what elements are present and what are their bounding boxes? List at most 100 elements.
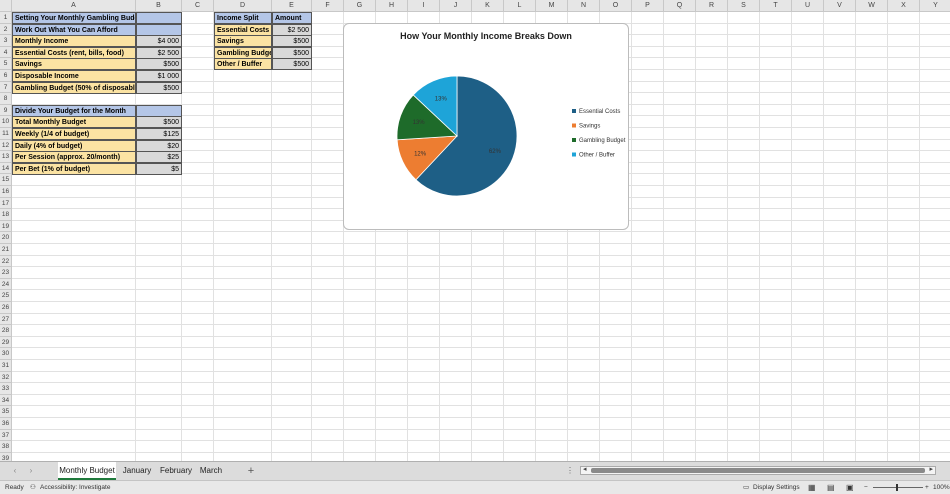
divide-value-cell[interactable]: $500: [136, 116, 182, 129]
row-header[interactable]: 38: [0, 441, 12, 453]
column-header-q[interactable]: Q: [664, 0, 696, 12]
accessibility-icon[interactable]: ⚇: [30, 481, 36, 494]
column-header-p[interactable]: P: [632, 0, 664, 12]
row-header[interactable]: 27: [0, 313, 12, 326]
row-header[interactable]: 29: [0, 336, 12, 349]
budget-label-cell[interactable]: Essential Costs (rent, bills, food): [12, 46, 136, 59]
divide-value-cell[interactable]: $5: [136, 162, 182, 175]
split-label-cell[interactable]: Essential Costs: [214, 23, 272, 36]
column-header-n[interactable]: N: [568, 0, 600, 12]
tab-january[interactable]: January: [119, 462, 155, 480]
row-header[interactable]: 1: [0, 12, 12, 24]
tab-march[interactable]: March: [197, 462, 225, 480]
divide-label-cell[interactable]: Per Session (approx. 20/month): [12, 151, 136, 164]
row-header[interactable]: 6: [0, 70, 12, 82]
split-label-cell[interactable]: Other / Buffer: [214, 58, 272, 71]
row-header[interactable]: 11: [0, 128, 12, 140]
column-header-f[interactable]: F: [312, 0, 344, 12]
zoom-in-button[interactable]: +: [925, 481, 929, 494]
page-layout-view-icon[interactable]: ▤: [827, 481, 835, 494]
row-header[interactable]: 8: [0, 93, 12, 105]
split-header-label[interactable]: Income Split: [214, 12, 272, 25]
divide-label-cell[interactable]: Per Bet (1% of budget): [12, 162, 136, 175]
row-header[interactable]: 5: [0, 58, 12, 70]
add-sheet-button[interactable]: +: [244, 462, 258, 480]
divide-value-cell[interactable]: $125: [136, 128, 182, 141]
column-header-v[interactable]: V: [824, 0, 856, 12]
spreadsheet-grid[interactable]: ABCDEFGHIJKLMNOPQRSTUVWXY 1 2 3 4 5 6 7 8 9 10 11 1…: [0, 0, 950, 461]
column-header-u[interactable]: U: [792, 0, 824, 12]
column-header-i[interactable]: I: [408, 0, 440, 12]
row-header[interactable]: 2: [0, 23, 12, 36]
budget-value-cell[interactable]: $500: [136, 58, 182, 71]
column-header-d[interactable]: D: [214, 0, 272, 12]
column-header-a[interactable]: A: [12, 0, 136, 12]
tab-monthly-budget[interactable]: Monthly Budget: [58, 462, 116, 480]
tab-nav-prev-button[interactable]: ‹: [10, 462, 20, 480]
scroll-left-icon[interactable]: ◂: [583, 465, 587, 473]
pie-chart[interactable]: How Your Monthly Income Breaks Down 62% 1…: [343, 23, 629, 230]
row-header[interactable]: 17: [0, 197, 12, 210]
row-header[interactable]: 30: [0, 348, 12, 360]
divide-value-cell[interactable]: [136, 104, 182, 117]
column-header-r[interactable]: R: [696, 0, 728, 12]
row-header[interactable]: 26: [0, 302, 12, 314]
row-header[interactable]: 15: [0, 174, 12, 186]
zoom-slider[interactable]: [873, 484, 923, 491]
zoom-slider-thumb[interactable]: [896, 484, 898, 491]
row-header[interactable]: 23: [0, 267, 12, 279]
row-header[interactable]: 37: [0, 429, 12, 442]
column-header-g[interactable]: G: [344, 0, 376, 12]
budget-label-cell[interactable]: Gambling Budget (50% of disposable): [12, 81, 136, 94]
column-header-x[interactable]: X: [888, 0, 920, 12]
divide-label-cell[interactable]: Divide Your Budget for the Month: [12, 104, 136, 117]
row-header[interactable]: 14: [0, 162, 12, 175]
row-header[interactable]: 7: [0, 81, 12, 94]
divide-value-cell[interactable]: $20: [136, 139, 182, 152]
row-header[interactable]: 19: [0, 220, 12, 233]
accessibility-status[interactable]: Accessibility: Investigate: [40, 481, 110, 494]
column-header-b[interactable]: B: [136, 0, 182, 12]
tab-february[interactable]: February: [158, 462, 194, 480]
split-value-cell[interactable]: $500: [272, 58, 312, 71]
column-header-m[interactable]: M: [536, 0, 568, 12]
row-header[interactable]: 33: [0, 383, 12, 395]
zoom-out-button[interactable]: −: [864, 481, 868, 494]
split-value-cell[interactable]: $500: [272, 46, 312, 59]
column-header-o[interactable]: O: [600, 0, 632, 12]
budget-label-cell[interactable]: Work Out What You Can Afford: [12, 23, 136, 36]
row-header[interactable]: 35: [0, 406, 12, 418]
column-header-e[interactable]: E: [272, 0, 312, 12]
column-header-j[interactable]: J: [440, 0, 472, 12]
column-header-w[interactable]: W: [856, 0, 888, 12]
zoom-level[interactable]: 100%: [933, 481, 950, 494]
row-header[interactable]: 22: [0, 255, 12, 268]
split-label-cell[interactable]: Gambling Budget: [214, 46, 272, 59]
budget-value-cell[interactable]: $4 000: [136, 35, 182, 48]
budget-value-cell[interactable]: $500: [136, 81, 182, 94]
budget-label-cell[interactable]: Savings: [12, 58, 136, 71]
budget-label-cell[interactable]: Disposable Income: [12, 70, 136, 83]
budget-value-cell[interactable]: [136, 12, 182, 25]
row-header[interactable]: 3: [0, 35, 12, 47]
display-settings-button[interactable]: Display Settings: [753, 481, 800, 494]
column-header-k[interactable]: K: [472, 0, 504, 12]
split-value-cell[interactable]: $500: [272, 35, 312, 48]
divide-value-cell[interactable]: $25: [136, 151, 182, 164]
row-header[interactable]: 12: [0, 139, 12, 152]
divide-label-cell[interactable]: Weekly (1/4 of budget): [12, 128, 136, 141]
row-header[interactable]: 24: [0, 278, 12, 291]
row-header[interactable]: 9: [0, 104, 12, 117]
split-header-value[interactable]: Amount: [272, 12, 312, 25]
row-header[interactable]: 21: [0, 244, 12, 256]
tab-bar-more-icon[interactable]: ⋮: [566, 462, 574, 480]
column-header-c[interactable]: C: [182, 0, 214, 12]
horizontal-scroll-thumb[interactable]: [591, 468, 925, 473]
divide-label-cell[interactable]: Total Monthly Budget: [12, 116, 136, 129]
row-header[interactable]: 13: [0, 151, 12, 163]
page-break-view-icon[interactable]: ▣: [846, 481, 854, 494]
budget-label-cell[interactable]: Monthly Income: [12, 35, 136, 48]
column-header-l[interactable]: L: [504, 0, 536, 12]
row-header[interactable]: 4: [0, 46, 12, 59]
tab-nav-next-button[interactable]: ›: [26, 462, 36, 480]
